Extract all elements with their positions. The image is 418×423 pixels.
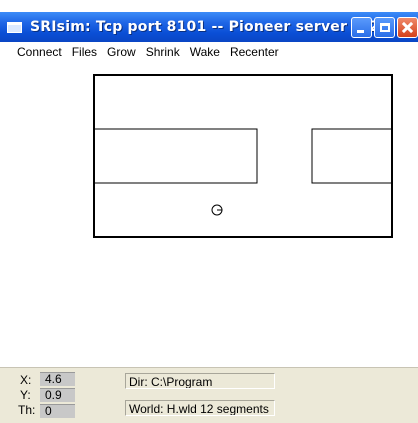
status-panel: X: 4.6 Y: 0.9 Th: 0 Dir: C:\Program Worl… (0, 367, 418, 423)
dir-display: Dir: C:\Program (125, 373, 275, 389)
maximize-icon (379, 23, 390, 32)
world-display: World: H.wld 12 segments (125, 400, 275, 416)
close-button[interactable] (397, 17, 418, 38)
menu-wake[interactable]: Wake (185, 45, 225, 59)
menu-grow[interactable]: Grow (102, 45, 141, 59)
maximize-button[interactable] (374, 17, 395, 38)
app-window-icon (7, 21, 22, 33)
th-label: Th: (18, 403, 36, 417)
th-value: 0 (40, 404, 75, 418)
srisim-window: SRIsim: Tcp port 8101 -- Pioneer server … (0, 0, 418, 423)
close-icon (402, 22, 413, 33)
x-label: X: (20, 373, 32, 387)
y-label: Y: (20, 388, 31, 402)
menu-bar: Connect Files Grow Shrink Wake Recenter (0, 42, 418, 62)
minimize-icon (356, 30, 364, 33)
world-left-room (93, 128, 258, 184)
world-right-room (311, 128, 393, 184)
simulation-canvas[interactable] (0, 62, 418, 368)
window-title: SRIsim: Tcp port 8101 -- Pioneer server … (30, 19, 396, 35)
title-bar[interactable]: SRIsim: Tcp port 8101 -- Pioneer server … (0, 12, 418, 42)
menu-files[interactable]: Files (67, 45, 102, 59)
robot-marker (211, 204, 223, 216)
world-map (93, 74, 393, 238)
minimize-button[interactable] (351, 17, 372, 38)
menu-shrink[interactable]: Shrink (141, 45, 185, 59)
y-value: 0.9 (40, 388, 75, 402)
x-value: 4.6 (40, 372, 75, 386)
menu-connect[interactable]: Connect (0, 45, 67, 59)
world-outer-wall (93, 74, 393, 238)
menu-recenter[interactable]: Recenter (225, 45, 284, 59)
